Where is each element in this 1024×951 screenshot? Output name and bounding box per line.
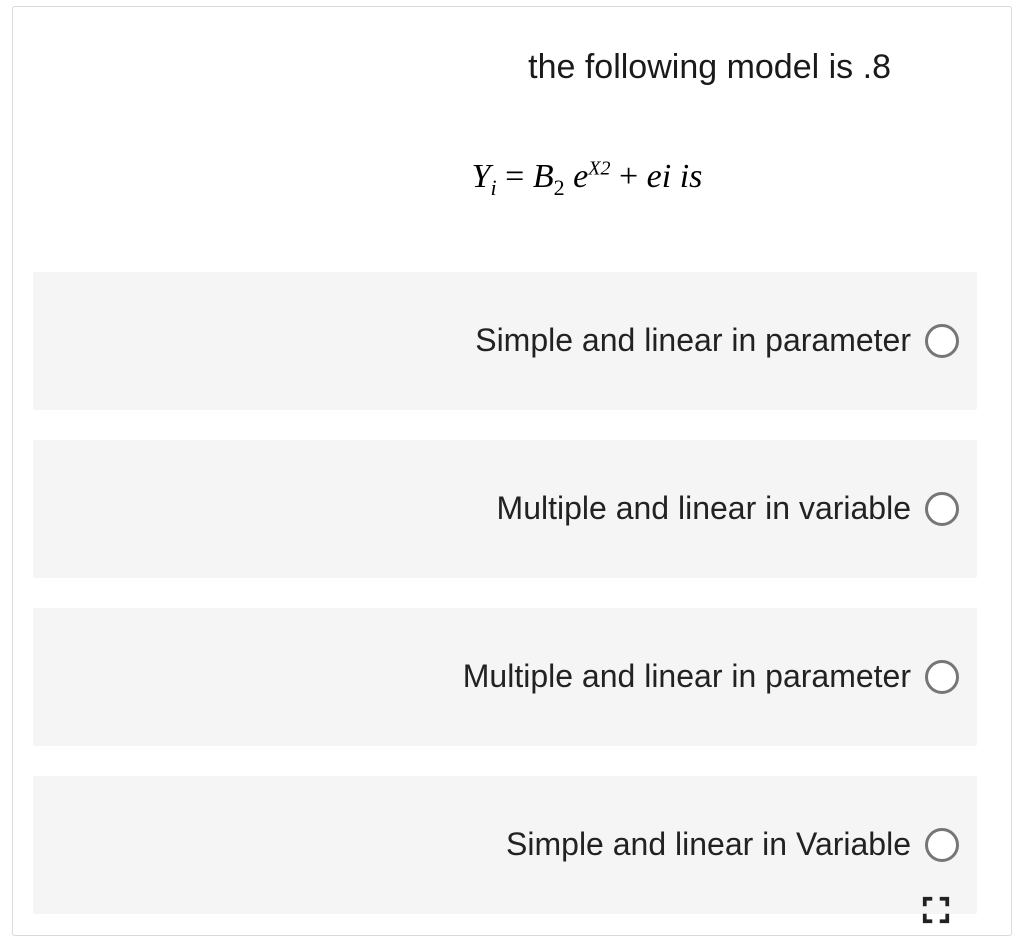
question-card: the following model is .8 Yi = B2 eX2 + … bbox=[12, 6, 1012, 936]
eq-space1 bbox=[565, 158, 574, 195]
eq-B: B bbox=[533, 158, 554, 195]
question-prompt: the following model is .8 bbox=[73, 47, 951, 88]
eq-ei: ei bbox=[647, 158, 672, 195]
option-2[interactable]: Multiple and linear in variable bbox=[33, 440, 977, 578]
radio-icon[interactable] bbox=[925, 492, 959, 526]
eq-e: e bbox=[573, 158, 588, 195]
eq-Y: Y bbox=[472, 158, 491, 195]
option-1-label: Simple and linear in parameter bbox=[475, 322, 911, 359]
eq-exp: X2 bbox=[588, 157, 610, 179]
option-4[interactable]: Simple and linear in Variable bbox=[33, 776, 977, 914]
option-1[interactable]: Simple and linear in parameter bbox=[33, 272, 977, 410]
radio-icon[interactable] bbox=[925, 828, 959, 862]
radio-icon[interactable] bbox=[925, 660, 959, 694]
question-equation: Yi = B2 eX2 + ei is bbox=[73, 158, 951, 196]
option-2-label: Multiple and linear in variable bbox=[497, 490, 911, 527]
option-3-label: Multiple and linear in parameter bbox=[463, 658, 911, 695]
option-3[interactable]: Multiple and linear in parameter bbox=[33, 608, 977, 746]
eq-sub-2: 2 bbox=[554, 175, 565, 200]
eq-plus: + bbox=[610, 158, 646, 195]
eq-is: is bbox=[671, 158, 702, 195]
options-list: Simple and linear in parameter Multiple … bbox=[13, 272, 1011, 914]
question-block: the following model is .8 Yi = B2 eX2 + … bbox=[13, 7, 1011, 216]
eq-eq: = bbox=[497, 158, 533, 195]
fullscreen-icon[interactable] bbox=[921, 895, 951, 925]
radio-icon[interactable] bbox=[925, 324, 959, 358]
option-4-label: Simple and linear in Variable bbox=[506, 826, 911, 863]
